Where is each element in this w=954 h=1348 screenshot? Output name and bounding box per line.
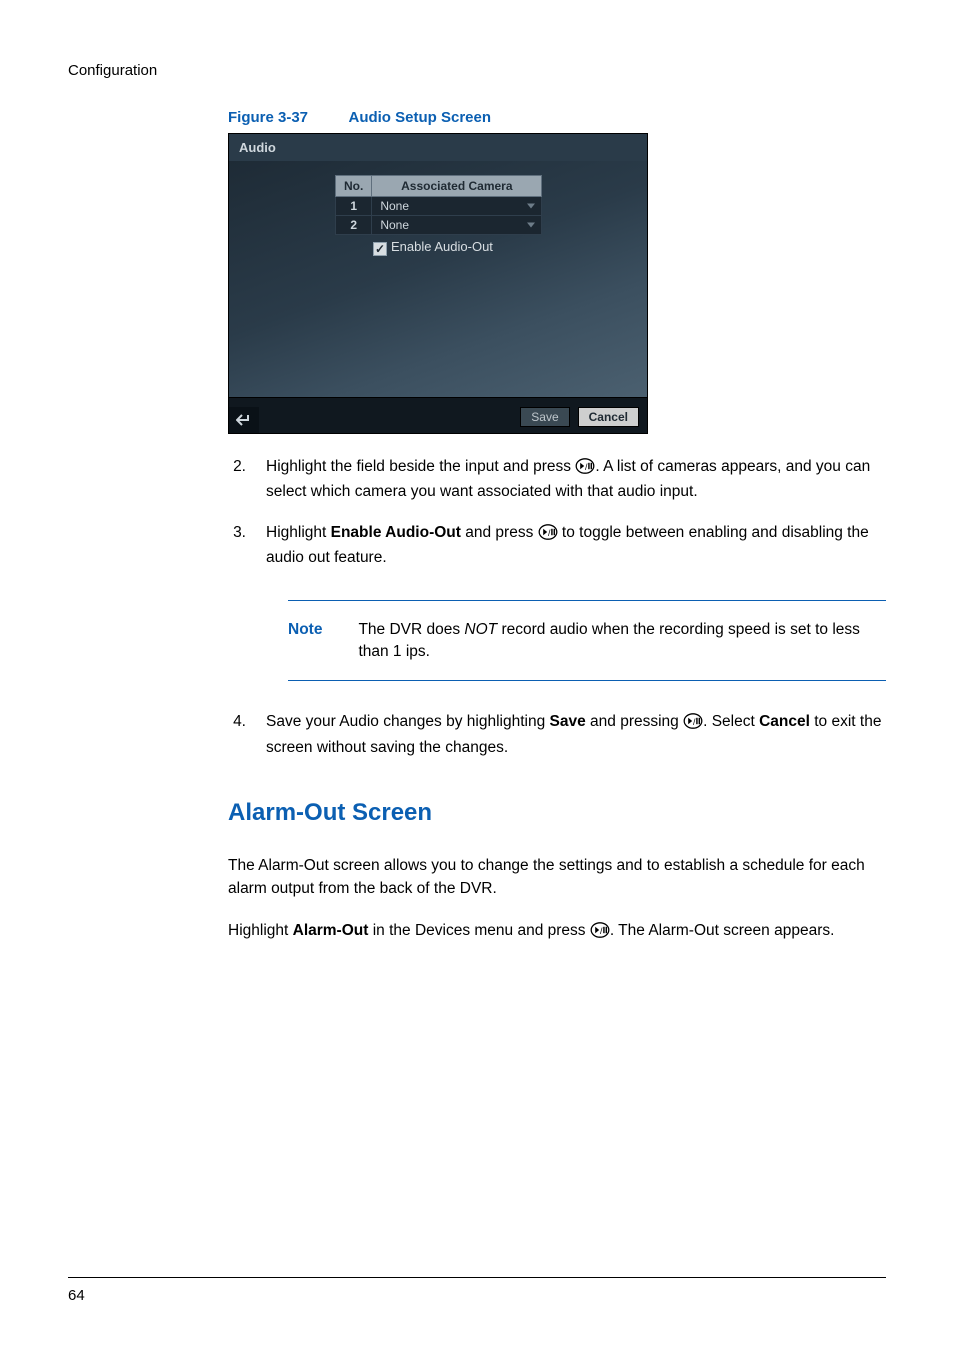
step-3: 3. Highlight Enable Audio-Out and press …: [228, 522, 886, 570]
screenshot-footer: Save Cancel: [229, 397, 647, 433]
play-pause-icon: /: [683, 713, 703, 736]
enable-audio-out-checkbox[interactable]: ✓ Enable Audio-Out: [373, 239, 493, 256]
step-number: 2.: [228, 456, 246, 504]
step-2: 2. Highlight the field beside the input …: [228, 456, 886, 504]
para-bold: Alarm-Out: [293, 922, 369, 939]
note-emphasis: NOT: [464, 621, 497, 638]
svg-text:/: /: [548, 528, 551, 538]
step-text: Save your Audio changes by highlighting: [266, 713, 550, 730]
note-text-part: The DVR does: [358, 621, 464, 638]
svg-text:/: /: [600, 926, 603, 936]
table-row: 2 None: [336, 216, 542, 235]
step-4: 4. Save your Audio changes by highlighti…: [228, 711, 886, 759]
step-number: 3.: [228, 522, 246, 570]
figure-caption: Figure 3-37 Audio Setup Screen: [228, 109, 886, 127]
table-row: 1 None: [336, 197, 542, 216]
step-bold: Enable Audio-Out: [331, 524, 461, 541]
associated-camera-dropdown[interactable]: None: [372, 197, 542, 216]
note-block: Note The DVR does NOT record audio when …: [288, 600, 886, 681]
play-pause-icon: /: [538, 524, 558, 547]
associated-camera-table: No. Associated Camera 1 None 2 None: [335, 175, 542, 235]
svg-text:/: /: [693, 717, 696, 727]
step-text: Highlight: [266, 524, 331, 541]
step-text: . Select: [703, 713, 759, 730]
associated-camera-dropdown[interactable]: None: [372, 216, 542, 235]
step-number: 4.: [228, 711, 246, 759]
paragraph: The Alarm-Out screen allows you to chang…: [228, 855, 886, 900]
col-header-no: No.: [336, 176, 372, 197]
step-text: and pressing: [586, 713, 683, 730]
para-text: in the Devices menu and press: [368, 922, 589, 939]
note-label: Note: [288, 619, 322, 662]
para-text: Highlight: [228, 922, 293, 939]
footer-rule: [68, 1277, 886, 1278]
step-bold: Cancel: [759, 713, 810, 730]
step-text: and press: [461, 524, 538, 541]
paragraph: Highlight Alarm-Out in the Devices menu …: [228, 920, 886, 945]
audio-setup-screenshot: Audio No. Associated Camera 1 None 2 Non…: [228, 133, 648, 434]
note-text: The DVR does NOT record audio when the r…: [358, 619, 876, 662]
row-number: 1: [336, 197, 372, 216]
para-text: . The Alarm-Out screen appears.: [610, 922, 835, 939]
figure-label: Figure 3-37: [228, 109, 308, 126]
save-button[interactable]: Save: [520, 407, 569, 427]
section-heading-alarm-out: Alarm-Out Screen: [228, 799, 886, 827]
figure-title: Audio Setup Screen: [348, 109, 491, 126]
play-pause-icon: /: [575, 458, 595, 481]
step-text: Highlight the field beside the input and…: [266, 458, 575, 475]
page-number: 64: [68, 1287, 85, 1304]
screenshot-body: No. Associated Camera 1 None 2 None ✓ Ena…: [229, 161, 647, 397]
checkbox-label: Enable Audio-Out: [391, 239, 493, 254]
svg-text:/: /: [585, 462, 588, 472]
col-header-associated: Associated Camera: [372, 176, 542, 197]
row-number: 2: [336, 216, 372, 235]
step-bold: Save: [550, 713, 586, 730]
cancel-button[interactable]: Cancel: [578, 407, 639, 427]
play-pause-icon: /: [590, 922, 610, 945]
back-arrow-icon: [236, 413, 252, 427]
back-button[interactable]: [229, 407, 259, 433]
running-head: Configuration: [68, 62, 886, 79]
screenshot-title: Audio: [229, 134, 647, 161]
checkmark-icon: ✓: [373, 242, 387, 256]
